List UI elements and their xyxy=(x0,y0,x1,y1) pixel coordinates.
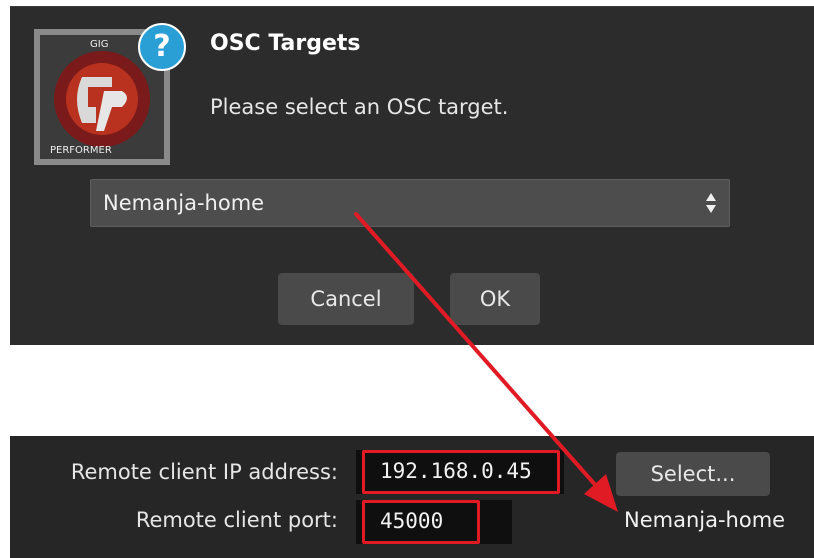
cancel-button[interactable]: Cancel xyxy=(278,273,414,325)
select-value: Nemanja-home xyxy=(103,191,265,215)
logo-bottom-text: PERFORMER xyxy=(50,145,112,156)
osc-target-select[interactable]: Nemanja-home xyxy=(90,179,730,227)
logo-top-text: GIG xyxy=(90,39,109,50)
port-label: Remote client port: xyxy=(135,508,338,532)
updown-arrows-icon xyxy=(706,193,716,213)
osc-settings-panel: Remote client IP address: 192.168.0.45 R… xyxy=(10,436,814,558)
selected-target-name: Nemanja-home xyxy=(624,508,786,532)
dialog-message: Please select an OSC target. xyxy=(210,95,509,119)
ok-button[interactable]: OK xyxy=(450,273,540,325)
osc-targets-dialog: GIG PERFORMER ? OSC Targets Please selec… xyxy=(10,6,814,345)
select-target-button[interactable]: Select... xyxy=(616,452,770,496)
dialog-title: OSC Targets xyxy=(210,31,361,56)
question-mark-icon[interactable]: ? xyxy=(138,23,186,71)
ip-address-label: Remote client IP address: xyxy=(70,460,338,484)
ip-highlight-box xyxy=(362,450,560,494)
port-highlight-box xyxy=(362,500,480,544)
